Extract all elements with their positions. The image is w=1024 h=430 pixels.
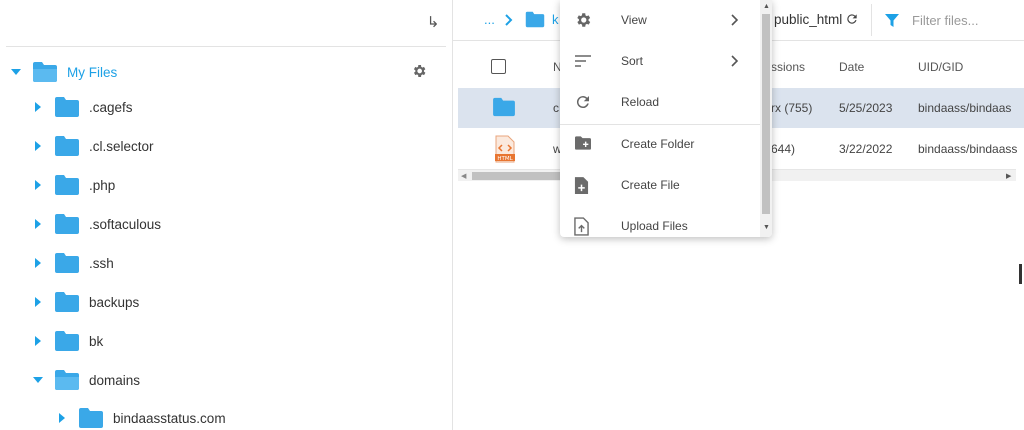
html-file-icon: HTML (494, 135, 516, 163)
row-date: 3/22/2022 (839, 142, 893, 156)
menu-item-label: Create File (621, 178, 680, 192)
tree-root-my-files[interactable]: My Files (8, 57, 117, 87)
tree-item[interactable]: .php (30, 170, 115, 200)
scrollbar-thumb[interactable] (762, 14, 770, 214)
tree-item-label: .cagefs (89, 99, 133, 115)
filter-icon (885, 14, 899, 28)
column-uidgid-header[interactable]: UID/GID (918, 60, 963, 74)
tree-item-label: bk (89, 333, 104, 349)
breadcrumb-overflow[interactable]: ... (484, 12, 495, 27)
menu-item-upload-files[interactable]: Upload Files (560, 206, 760, 237)
folder-icon (492, 97, 516, 119)
row-permissions: 644) (771, 142, 796, 156)
row-uidgid: bindaass/bindaass (918, 142, 1018, 156)
menu-item-label: Reload (621, 95, 660, 109)
tree-item-label: .ssh (89, 255, 114, 271)
menu-item-label: Sort (621, 54, 644, 68)
menu-item-label: Create Folder (621, 137, 695, 151)
column-date-header[interactable]: Date (839, 60, 864, 74)
menu-scrollbar[interactable]: ▲ ▼ (760, 0, 772, 237)
tree-item-label: .cl.selector (89, 138, 154, 154)
caret-right-icon[interactable] (54, 410, 70, 426)
tree-item-label: backups (89, 294, 140, 310)
row-name: c (553, 101, 559, 115)
tree-item[interactable]: bk (30, 326, 103, 356)
divider (6, 46, 446, 47)
caret-right-icon[interactable] (30, 333, 46, 349)
tree-item[interactable]: .cagefs (30, 92, 133, 122)
chevron-right-icon (504, 13, 514, 26)
tree-item[interactable]: domains (30, 365, 140, 395)
chevron-right-icon (730, 54, 740, 68)
folder-icon (54, 174, 80, 196)
menu-item-view[interactable]: View (560, 0, 760, 40)
scroll-up-arrow-icon[interactable]: ▲ (763, 3, 770, 10)
gear-icon[interactable] (411, 63, 427, 79)
tree-item-label: domains (89, 372, 141, 388)
tree-item-label: bindaasstatus.com (113, 410, 226, 426)
create-folder-icon (574, 135, 592, 153)
caret-right-icon[interactable] (30, 255, 46, 271)
menu-item-create-folder[interactable]: Create Folder (560, 124, 760, 164)
tree-item-label: .softaculous (89, 216, 162, 232)
context-menu: View Sort Reload Create Folder Create Fi… (560, 0, 772, 237)
folder-icon (54, 135, 80, 157)
tree-item[interactable]: .softaculous (30, 209, 161, 239)
collapse-arrow-icon[interactable]: ↳ (424, 14, 442, 32)
caret-right-icon[interactable] (30, 177, 46, 193)
breadcrumb-segment[interactable]: k (552, 12, 559, 27)
caret-right-icon[interactable] (30, 294, 46, 310)
menu-item-create-file[interactable]: Create File (560, 165, 760, 205)
row-uidgid: bindaass/bindaas (918, 101, 1012, 115)
refresh-icon[interactable] (845, 12, 859, 26)
row-date: 5/25/2023 (839, 101, 893, 115)
create-file-icon (574, 176, 592, 194)
tree-item[interactable]: bindaasstatus.com (54, 403, 226, 430)
folder-icon (54, 96, 80, 118)
folder-open-icon (32, 61, 58, 83)
caret-right-icon[interactable] (30, 216, 46, 232)
menu-item-label: View (621, 13, 647, 27)
menu-item-sort[interactable]: Sort (560, 41, 760, 81)
sort-icon (574, 52, 592, 70)
svg-text:HTML: HTML (497, 156, 513, 162)
folder-icon (54, 291, 80, 313)
caret-right-icon[interactable] (30, 138, 46, 154)
tree-item[interactable]: backups (30, 287, 139, 317)
filter-box (871, 4, 1022, 36)
upload-file-icon (574, 217, 592, 236)
filter-files-input[interactable] (912, 11, 1022, 29)
breadcrumb-current: public_html (774, 12, 843, 27)
reload-icon (574, 93, 592, 111)
menu-item-reload[interactable]: Reload (560, 82, 760, 122)
row-permissions: rx (755) (771, 101, 813, 115)
folder-open-icon (54, 369, 80, 391)
caret-down-icon[interactable] (8, 64, 24, 80)
menu-item-label: Upload Files (621, 219, 688, 233)
scroll-right-arrow-icon[interactable]: ▶ (1006, 172, 1011, 180)
tree-item[interactable]: .ssh (30, 248, 114, 278)
folder-tree-panel: ↳ My Files .cagefs .cl.selector .php .so… (0, 0, 453, 430)
column-permissions-header[interactable]: ssions (771, 60, 805, 74)
chevron-right-icon (730, 13, 740, 27)
tree-toolbar: ↳ (0, 0, 453, 46)
gear-icon (574, 11, 592, 29)
folder-icon (54, 252, 80, 274)
select-all-checkbox[interactable] (491, 59, 506, 74)
tree-root-label: My Files (67, 64, 118, 80)
tree-item[interactable]: .cl.selector (30, 131, 154, 161)
folder-icon (54, 330, 80, 352)
tree-item-label: .php (89, 177, 116, 193)
caret-down-icon[interactable] (30, 372, 46, 388)
text-cursor-icon (1019, 264, 1022, 284)
folder-icon (54, 213, 80, 235)
folder-icon (78, 407, 104, 429)
scrollbar-thumb[interactable] (472, 172, 562, 180)
scroll-left-arrow-icon[interactable]: ◀ (461, 172, 466, 180)
caret-right-icon[interactable] (30, 99, 46, 115)
scroll-down-arrow-icon[interactable]: ▼ (763, 224, 770, 231)
folder-icon[interactable] (525, 11, 545, 28)
